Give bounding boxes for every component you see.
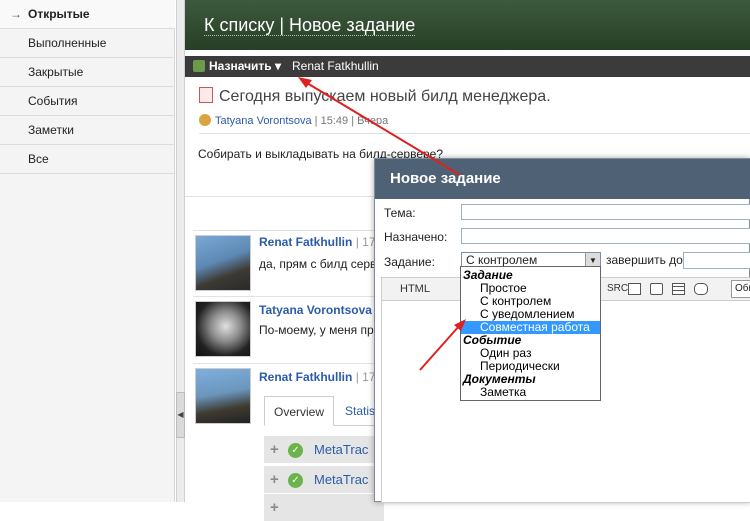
avatar	[195, 368, 251, 424]
topic-label: Тема:	[384, 206, 416, 220]
task-icon	[199, 87, 213, 103]
topic-input[interactable]	[461, 204, 750, 220]
list-item-label[interactable]: MetaTrac	[314, 472, 368, 487]
task-title: Сегодня выпускаем новый билд менеджера.	[199, 87, 551, 106]
image-icon[interactable]	[628, 283, 641, 295]
back-to-list-link[interactable]: К списку | Новое задание	[204, 15, 416, 36]
list-item[interactable]: +	[264, 494, 384, 522]
assignee-name: Renat Fatkhullin	[292, 59, 379, 73]
sidebar-item-done[interactable]: Выполненные	[0, 29, 175, 58]
user-icon	[199, 114, 211, 126]
sidebar-item-events[interactable]: События	[0, 87, 175, 116]
task-type-label: Задание:	[384, 255, 435, 269]
task-meta: Tatyana Vorontsova | 15:49 | Вчера	[199, 114, 388, 127]
list-item[interactable]: + ✓ MetaTrac	[264, 466, 384, 494]
page-header: К списку | Новое задание	[185, 0, 750, 50]
assigned-label: Назначено:	[384, 230, 448, 244]
tab-overview[interactable]: Overview	[264, 396, 335, 426]
comment-text: По-моему, у меня пра	[259, 323, 381, 337]
comment-author[interactable]: Renat Fatkhullin | 17	[259, 235, 376, 249]
due-label: завершить до	[606, 253, 683, 267]
due-date-input[interactable]	[683, 252, 750, 269]
assign-label: Назначить	[209, 59, 272, 73]
video-icon[interactable]	[650, 283, 663, 295]
src-button[interactable]: SRC	[607, 283, 628, 294]
format-select[interactable]: Обыч	[731, 280, 750, 298]
sidebar-item-open[interactable]: → Открытые	[0, 0, 175, 29]
divider	[199, 133, 750, 134]
task-type-dropdown: Задание Простое С контролем С уведомлени…	[460, 266, 601, 401]
html-button[interactable]: HTML	[400, 283, 430, 295]
plus-icon[interactable]: +	[270, 500, 279, 515]
dialog-title[interactable]: Новое задание	[375, 159, 750, 199]
sidebar-item-label: Открытые	[28, 7, 90, 21]
check-icon: ✓	[288, 473, 303, 488]
task-time: 15:49	[320, 115, 349, 127]
list-item-label[interactable]: MetaTrac	[314, 442, 368, 457]
check-icon: ✓	[288, 443, 303, 458]
user-icon	[193, 60, 205, 72]
assign-button[interactable]: Назначить ▾	[193, 56, 281, 77]
link-icon[interactable]	[694, 283, 708, 295]
avatar	[195, 235, 251, 291]
sidebar-item-closed[interactable]: Закрытые	[0, 58, 175, 87]
collapse-icon[interactable]: ◀	[176, 392, 185, 438]
task-title-text: Сегодня выпускаем новый билд менеджера.	[219, 88, 551, 105]
sidebar-item-notes[interactable]: Заметки	[0, 116, 175, 145]
comment-text: да, прям с билд серве	[259, 257, 383, 271]
comment-author[interactable]: Renat Fatkhullin | 17	[259, 370, 376, 384]
sidebar: → Открытые Выполненные Закрытые События З…	[0, 0, 175, 502]
task-date: Вчера	[357, 115, 389, 127]
avatar	[195, 301, 251, 357]
assigned-input[interactable]	[461, 228, 750, 244]
comment-author[interactable]: Tatyana Vorontsova |	[259, 303, 378, 317]
plus-icon[interactable]: +	[270, 442, 279, 457]
dropdown-option[interactable]: Заметка	[461, 386, 600, 399]
author-link[interactable]: Tatyana Vorontsova	[215, 115, 312, 127]
list-item[interactable]: + ✓ MetaTrac	[264, 436, 384, 464]
sidebar-item-all[interactable]: Все	[0, 145, 175, 174]
chevron-down-icon: ▾	[275, 59, 282, 73]
tab-bar: Overview Statis	[264, 396, 384, 426]
plus-icon[interactable]: +	[270, 472, 279, 487]
table-icon[interactable]	[672, 283, 685, 295]
task-toolbar: Назначить ▾ Renat Fatkhullin	[185, 56, 750, 77]
arrow-right-icon: →	[10, 7, 22, 21]
